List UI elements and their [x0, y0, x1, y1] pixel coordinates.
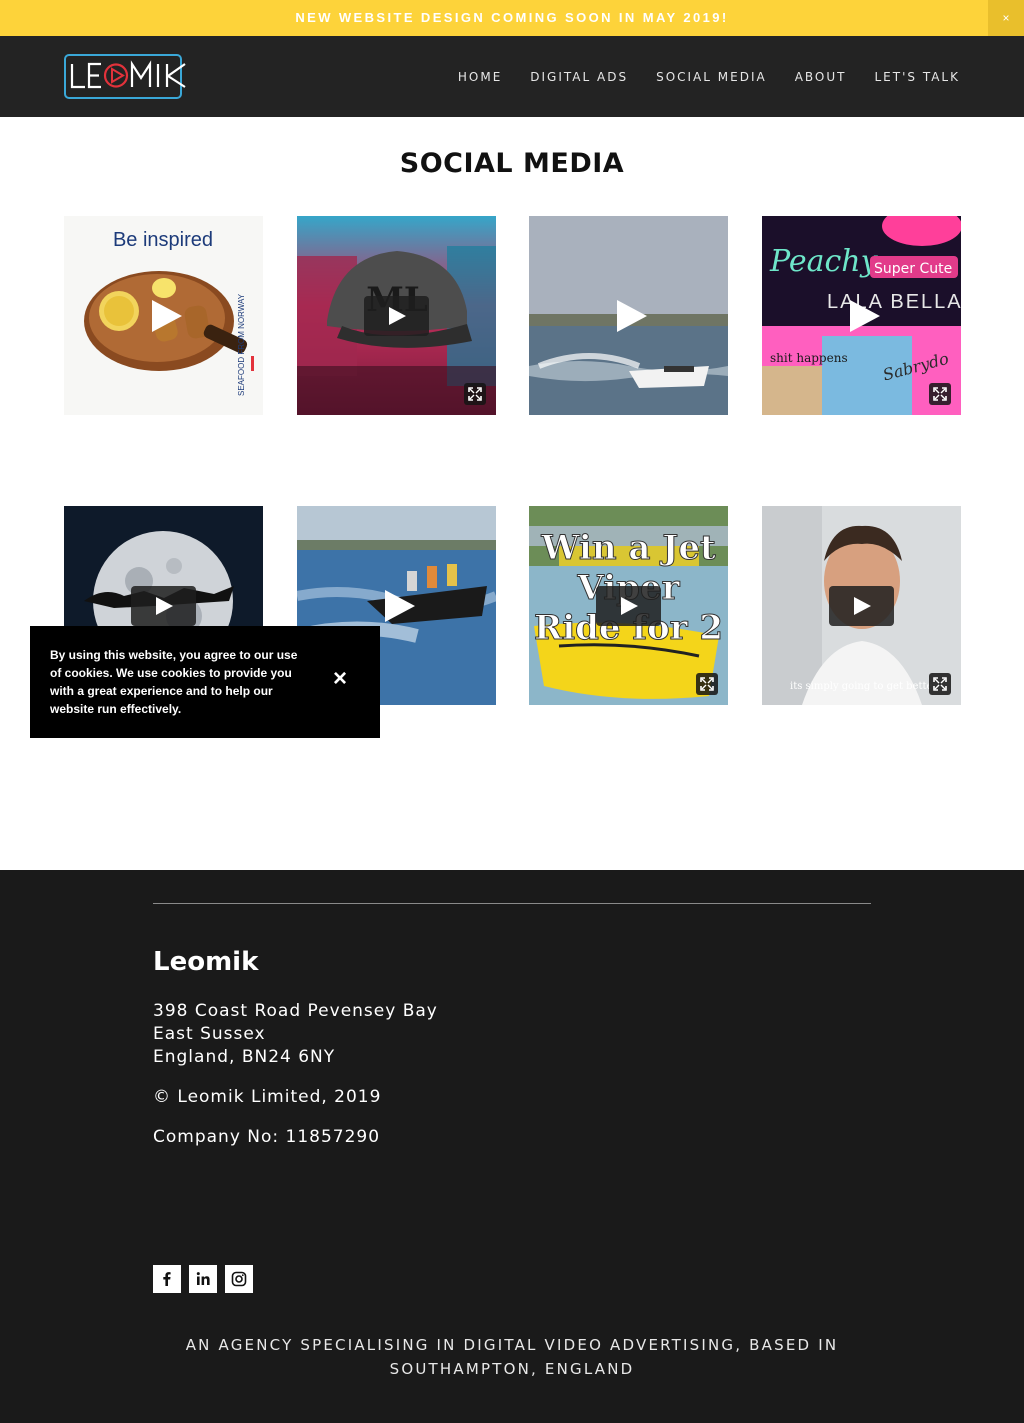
expand-icon: [700, 677, 714, 691]
play-button[interactable]: [596, 586, 661, 626]
main-nav: HOME DIGITAL ADS SOCIAL MEDIA ABOUT LET'…: [458, 36, 960, 117]
expand-icon: [933, 387, 947, 401]
page-title: SOCIAL MEDIA: [399, 148, 625, 179]
nav-lets-talk[interactable]: LET'S TALK: [875, 70, 961, 84]
footer-divider: [153, 903, 871, 904]
video-tile-interview[interactable]: its simply going to get better: [762, 506, 961, 705]
nav-social-media[interactable]: SOCIAL MEDIA: [656, 70, 767, 84]
leomik-logo-icon: [64, 54, 186, 99]
nav-home[interactable]: HOME: [458, 70, 502, 84]
fullscreen-button[interactable]: [929, 673, 951, 695]
instagram-icon: [231, 1271, 247, 1287]
video-tile-jet-viper[interactable]: Win a Jet Viper Ride for 2: [529, 506, 728, 705]
play-button[interactable]: [131, 296, 196, 336]
play-icon: [617, 300, 647, 332]
tile-caption: Be inspired: [113, 229, 213, 251]
address-line-3: England, BN24 6NY: [153, 1047, 336, 1067]
video-tile-speedboat[interactable]: [529, 216, 728, 415]
play-icon: [152, 300, 182, 332]
play-button[interactable]: [829, 296, 894, 336]
address-line-2: East Sussex: [153, 1024, 266, 1044]
cookie-close-button[interactable]: ×: [325, 664, 355, 694]
play-icon: [385, 590, 415, 622]
footer-tagline: AN AGENCY SPECIALISING IN DIGITAL VIDEO …: [185, 1336, 839, 1378]
nav-about[interactable]: ABOUT: [795, 70, 847, 84]
site-header: HOME DIGITAL ADS SOCIAL MEDIA ABOUT LET'…: [0, 36, 1024, 117]
fullscreen-button[interactable]: [464, 383, 486, 405]
company-number: Company No: 11857290: [153, 1127, 381, 1147]
copyright: © Leomik Limited, 2019: [153, 1087, 382, 1107]
video-tile-peachy[interactable]: Peachy Super Cute LALA BELLA shit happen…: [762, 216, 961, 415]
video-tile-be-inspired[interactable]: Be inspired SEAFOOD FROM NORWAY: [64, 216, 263, 415]
site-logo[interactable]: [64, 54, 200, 100]
expand-icon: [468, 387, 482, 401]
linkedin-link[interactable]: [189, 1265, 217, 1293]
play-icon: [621, 597, 638, 615]
play-button[interactable]: [131, 586, 196, 626]
site-footer: Leomik 398 Coast Road Pevensey Bay East …: [0, 870, 1024, 1423]
announcement-bar: NEW WEBSITE DESIGN COMING SOON IN MAY 20…: [0, 0, 1024, 36]
tile-caption-4: shit happens: [770, 351, 848, 365]
tile-brand: SEAFOOD FROM NORWAY: [237, 293, 246, 396]
play-button[interactable]: [596, 296, 661, 336]
announcement-close-button[interactable]: ×: [988, 0, 1024, 36]
cookie-text: By using this website, you agree to our …: [50, 648, 298, 716]
tile-caption: its simply going to get better: [790, 681, 937, 692]
play-icon: [854, 597, 871, 615]
instagram-link[interactable]: [225, 1265, 253, 1293]
play-button[interactable]: [364, 296, 429, 336]
announcement-text: NEW WEBSITE DESIGN COMING SOON IN MAY 20…: [295, 10, 729, 25]
play-icon: [389, 307, 406, 325]
tile-caption-2: Super Cute: [874, 261, 952, 277]
expand-icon: [933, 677, 947, 691]
linkedin-icon: [196, 1272, 210, 1285]
video-tile-ml-cap[interactable]: ML: [297, 216, 496, 415]
fullscreen-button[interactable]: [929, 383, 951, 405]
tile-caption: Peachy: [769, 244, 879, 279]
nav-digital-ads[interactable]: DIGITAL ADS: [530, 70, 628, 84]
play-icon: [156, 597, 173, 615]
cookie-banner: By using this website, you agree to our …: [30, 626, 380, 738]
facebook-link[interactable]: [153, 1265, 181, 1293]
fullscreen-button[interactable]: [696, 673, 718, 695]
play-icon: [850, 300, 880, 332]
play-button[interactable]: [364, 586, 429, 626]
footer-brand: Leomik: [153, 947, 259, 977]
play-button[interactable]: [829, 586, 894, 626]
address-line-1: 398 Coast Road Pevensey Bay: [153, 1001, 438, 1021]
facebook-icon: [163, 1272, 171, 1286]
